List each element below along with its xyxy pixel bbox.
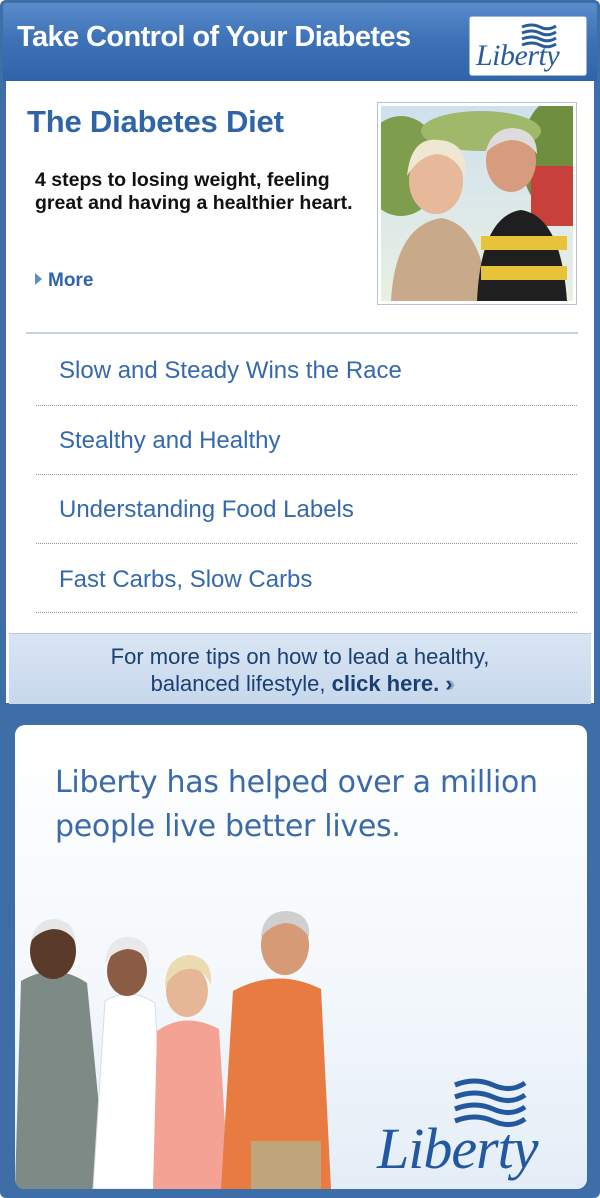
tips-text-prefix: balanced lifestyle, [150, 671, 326, 696]
topic-divider [36, 474, 577, 475]
liberty-logo-text: Liberty [476, 39, 560, 72]
feature-title[interactable]: The Diabetes Diet [27, 104, 284, 140]
topic-link-stealthy-healthy[interactable]: Stealthy and Healthy [59, 427, 280, 455]
liberty-logo-badge[interactable]: Liberty [469, 16, 587, 76]
arrow-right-icon [35, 273, 42, 285]
ad-liberty-logo-text: Liberty [377, 1116, 539, 1181]
diabetes-widget: Take Control of Your Diabetes Liberty Th… [0, 0, 600, 1198]
topic-link-food-labels[interactable]: Understanding Food Labels [59, 496, 354, 524]
topic-link-slow-steady[interactable]: Slow and Steady Wins the Race [59, 357, 402, 385]
tips-text-line1: For more tips on how to lead a healthy, [110, 644, 490, 669]
widget-header: Take Control of Your Diabetes Liberty [3, 3, 597, 81]
couple-photo-image [381, 106, 573, 301]
feature-description: 4 steps to losing weight, feeling great … [35, 169, 353, 214]
topic-divider [36, 405, 577, 406]
topic-divider [36, 612, 577, 613]
topic-link-fast-slow-carbs[interactable]: Fast Carbs, Slow Carbs [59, 566, 312, 594]
tips-banner[interactable]: For more tips on how to lead a healthy, … [9, 633, 591, 704]
content-panel: The Diabetes Diet 4 steps to losing weig… [6, 81, 594, 703]
click-here-link[interactable]: click here. [332, 671, 440, 696]
more-link[interactable]: More [35, 270, 93, 292]
double-chevron-right-icon: ››› [445, 671, 457, 696]
ad-headline: Liberty has helped over a million people… [55, 765, 538, 844]
couple-photo[interactable] [377, 102, 577, 305]
header-title: Take Control of Your Diabetes [17, 21, 411, 53]
topic-divider [36, 543, 577, 544]
more-label: More [48, 270, 94, 291]
section-divider [26, 332, 578, 334]
tips-text-line2: balanced lifestyle, click here. ››› [9, 671, 591, 697]
liberty-ad-banner[interactable]: Liberty has helped over a million people… [15, 725, 587, 1189]
